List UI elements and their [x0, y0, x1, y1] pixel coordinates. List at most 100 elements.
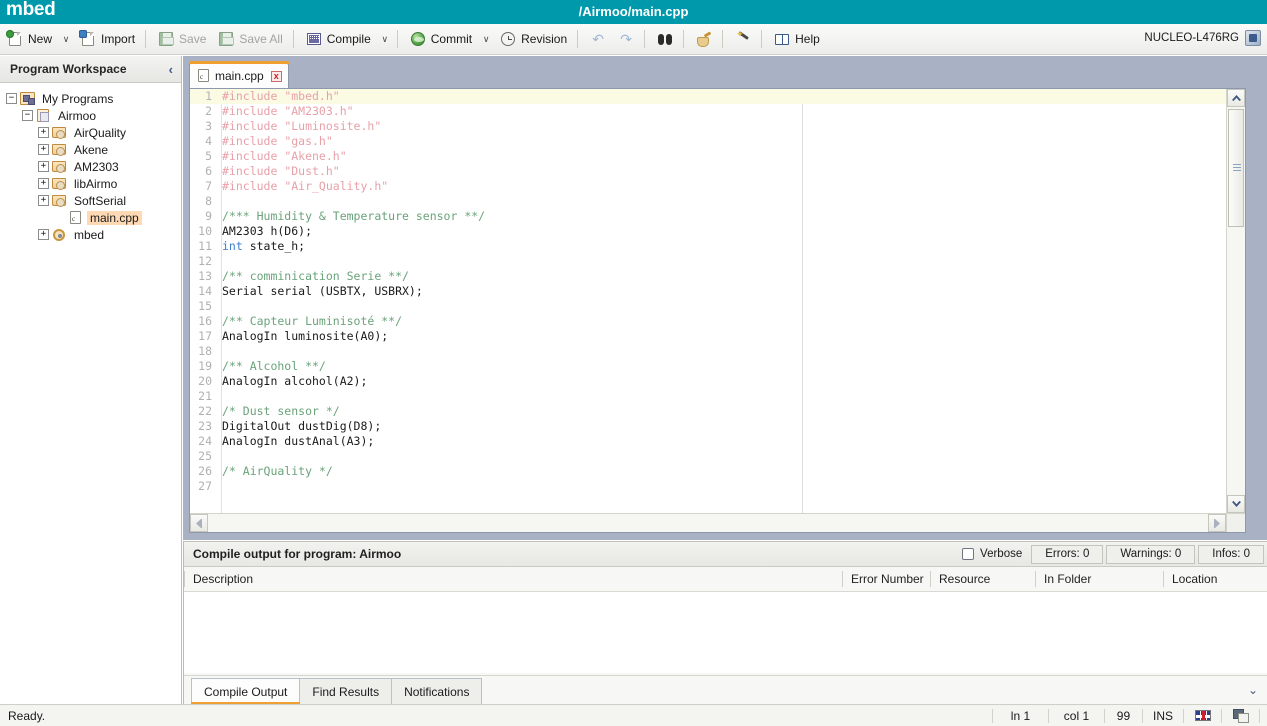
- verbose-checkbox[interactable]: [962, 548, 975, 560]
- import-button[interactable]: Import: [75, 27, 140, 52]
- revision-button[interactable]: Revision: [495, 27, 572, 52]
- platform-selector[interactable]: NUCLEO-L476RG: [1144, 30, 1261, 46]
- tree-item-libairmo[interactable]: + libAirmo: [6, 175, 181, 192]
- status-insert-mode[interactable]: INS: [1141, 708, 1183, 723]
- tree-expand-icon[interactable]: +: [38, 178, 49, 189]
- code-line[interactable]: 11 int state_h;: [190, 239, 1226, 254]
- output-table-rows[interactable]: [184, 592, 1267, 673]
- scroll-up-button[interactable]: [1227, 89, 1245, 107]
- code-viewport[interactable]: 1 #include "mbed.h" 2 #include "AM2303.h" 3 #…: [190, 89, 1226, 513]
- tree-expand-icon[interactable]: +: [38, 127, 49, 138]
- code-line[interactable]: 5 #include "Akene.h": [190, 149, 1226, 164]
- code-line[interactable]: 4 #include "gas.h": [190, 134, 1226, 149]
- tree-collapse-icon[interactable]: −: [22, 110, 33, 121]
- undo-button[interactable]: ↶: [585, 27, 611, 52]
- format-button[interactable]: [691, 27, 717, 52]
- window-mode-cell[interactable]: [1221, 708, 1259, 723]
- code-line[interactable]: 17 AnalogIn luminosite(A0);: [190, 329, 1226, 344]
- help-button[interactable]: Help: [769, 27, 825, 52]
- library-icon: [52, 228, 67, 242]
- code-line[interactable]: 18: [190, 344, 1226, 359]
- new-dropdown-caret-icon[interactable]: ∨: [59, 34, 73, 45]
- output-column-header[interactable]: Location: [1163, 571, 1263, 587]
- vertical-scroll-thumb[interactable]: [1228, 109, 1244, 227]
- code-line[interactable]: 1 #include "mbed.h": [190, 89, 1226, 104]
- code-line[interactable]: 2 #include "AM2303.h": [190, 104, 1226, 119]
- compile-icon: [306, 31, 322, 47]
- tree-expand-icon[interactable]: +: [38, 229, 49, 240]
- warnings-badge[interactable]: Warnings: 0: [1106, 544, 1196, 564]
- output-column-header[interactable]: Error Number: [842, 571, 930, 587]
- infos-badge[interactable]: Infos: 0: [1198, 544, 1264, 564]
- panel-tab-compile-output[interactable]: Compile Output: [191, 678, 301, 705]
- tree-expand-icon[interactable]: +: [38, 144, 49, 155]
- line-number: 4: [205, 134, 212, 148]
- scroll-left-button[interactable]: [190, 514, 208, 532]
- new-button[interactable]: New: [2, 27, 57, 52]
- tree-item-main-cpp[interactable]: main.cpp: [6, 209, 181, 226]
- tree-collapse-icon[interactable]: −: [6, 93, 17, 104]
- code-line[interactable]: 3 #include "Luminosite.h": [190, 119, 1226, 134]
- code-line[interactable]: 26 /* AirQuality */: [190, 464, 1226, 479]
- tree-item-airquality[interactable]: + AirQuality: [6, 124, 181, 141]
- line-number: 17: [198, 329, 212, 343]
- output-column-header[interactable]: In Folder: [1035, 571, 1163, 587]
- panel-collapse-icon[interactable]: ⌄: [1248, 683, 1258, 697]
- code-line[interactable]: 15: [190, 299, 1226, 314]
- code-line[interactable]: 10 AM2303 h(D6);: [190, 224, 1226, 239]
- find-button[interactable]: [652, 27, 678, 52]
- code-editor[interactable]: 1 #include "mbed.h" 2 #include "AM2303.h" 3 #…: [189, 88, 1246, 533]
- sidebar-collapse-icon[interactable]: ‹: [169, 62, 173, 77]
- code-line[interactable]: 16 /** Capteur Luminisoté **/: [190, 314, 1226, 329]
- tree-item-label: libAirmo: [74, 176, 118, 191]
- commit-button[interactable]: Commit: [405, 27, 477, 52]
- tree-expand-icon[interactable]: +: [38, 195, 49, 206]
- tree-item-akene[interactable]: + Akene: [6, 141, 181, 158]
- code-line[interactable]: 25: [190, 449, 1226, 464]
- platform-chip-icon: [1245, 30, 1261, 46]
- code-line[interactable]: 24 AnalogIn dustAnal(A3);: [190, 434, 1226, 449]
- code-line[interactable]: 12: [190, 254, 1226, 269]
- scroll-down-button[interactable]: [1227, 495, 1245, 513]
- code-line[interactable]: 22 /* Dust sensor */: [190, 404, 1226, 419]
- save-button[interactable]: Save: [153, 27, 211, 52]
- panel-tab-notifications[interactable]: Notifications: [391, 678, 483, 704]
- output-table-header: Description Error Number Resource In Folder…: [184, 567, 1267, 592]
- code-line[interactable]: 6 #include "Dust.h": [190, 164, 1226, 179]
- code-line[interactable]: 23 DigitalOut dustDig(D8);: [190, 419, 1226, 434]
- code-line[interactable]: 27: [190, 479, 1226, 494]
- editor-horizontal-scrollbar[interactable]: [190, 513, 1226, 532]
- tree-expand-icon[interactable]: +: [38, 161, 49, 172]
- tree-item-airmoo[interactable]: − Airmoo: [6, 107, 181, 124]
- wand-button[interactable]: [730, 27, 756, 52]
- compile-button[interactable]: Compile: [301, 27, 376, 52]
- verbose-toggle[interactable]: Verbose: [962, 548, 1022, 560]
- code-line[interactable]: 19 /** Alcohol **/: [190, 359, 1226, 374]
- errors-badge[interactable]: Errors: 0: [1031, 544, 1104, 564]
- save-all-button[interactable]: Save All: [213, 27, 287, 52]
- code-line[interactable]: 21: [190, 389, 1226, 404]
- tree-item-am2303[interactable]: + AM2303: [6, 158, 181, 175]
- code-line[interactable]: 7 #include "Air_Quality.h": [190, 179, 1226, 194]
- tree-item-softserial[interactable]: + SoftSerial: [6, 192, 181, 209]
- code-lines[interactable]: 1 #include "mbed.h" 2 #include "AM2303.h" 3 #…: [190, 89, 1226, 513]
- editor-vertical-scrollbar[interactable]: [1226, 89, 1245, 513]
- code-line[interactable]: 8: [190, 194, 1226, 209]
- editor-tab-main-cpp[interactable]: main.cpp x: [189, 61, 289, 88]
- output-column-header[interactable]: Description: [184, 571, 842, 587]
- commit-dropdown-caret-icon[interactable]: ∨: [479, 34, 493, 45]
- output-column-header[interactable]: Resource: [930, 571, 1035, 587]
- code-line[interactable]: 20 AnalogIn alcohol(A2);: [190, 374, 1226, 389]
- tree-item-my-programs[interactable]: − My Programs: [6, 90, 181, 107]
- compile-dropdown-caret-icon[interactable]: ∨: [378, 34, 392, 45]
- code-line[interactable]: 13 /** comminication Serie **/: [190, 269, 1226, 284]
- scroll-right-button[interactable]: [1208, 514, 1226, 532]
- tree-item-mbed[interactable]: + mbed: [6, 226, 181, 243]
- close-tab-icon[interactable]: x: [270, 70, 282, 82]
- code-line[interactable]: 9 /*** Humidity & Temperature sensor **/: [190, 209, 1226, 224]
- keyboard-layout-cell[interactable]: [1183, 708, 1221, 723]
- redo-button[interactable]: ↷: [613, 27, 639, 52]
- code-line[interactable]: 14 Serial serial (USBTX, USBRX);: [190, 284, 1226, 299]
- panel-tab-find-results[interactable]: Find Results: [299, 678, 393, 704]
